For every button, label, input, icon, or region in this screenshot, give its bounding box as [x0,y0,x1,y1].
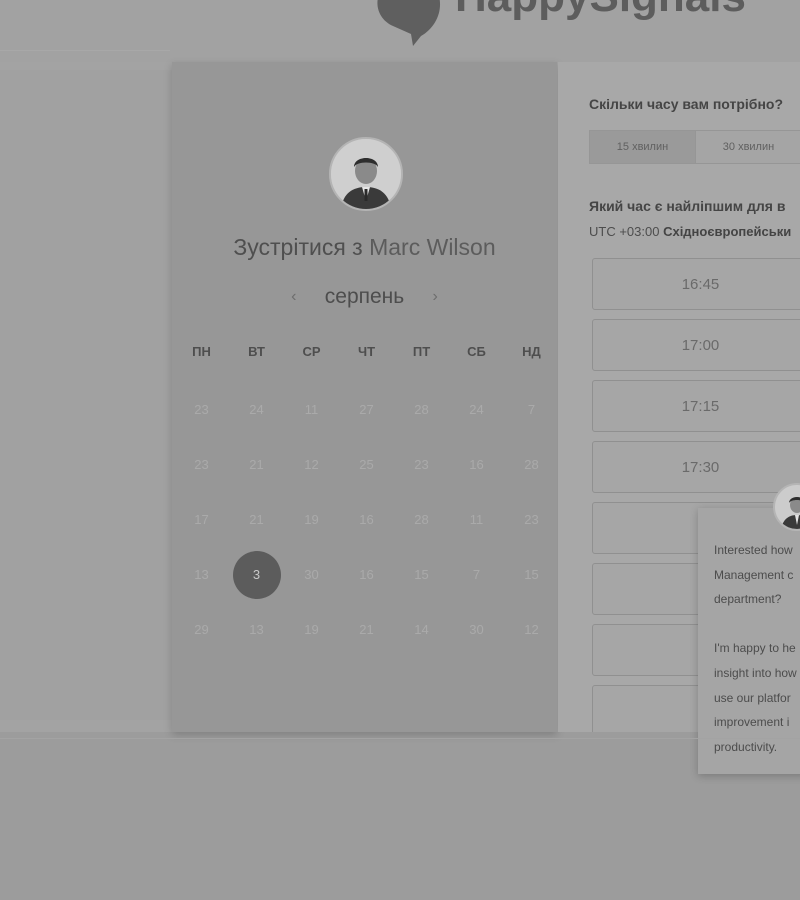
calendar-day: 21 [359,622,374,637]
time-slot[interactable]: 17:30 [592,441,800,493]
calendar-day: 21 [249,512,264,527]
calendar-day: 17 [194,512,209,527]
next-month-icon[interactable]: › [428,288,442,306]
weekday-label: СБ [467,344,486,359]
calendar-day: 7 [472,567,481,582]
chat-line: Interested how [714,543,793,557]
calendar-day: 21 [249,457,264,472]
calendar-week-row: 23 21 12 25 23 16 28 [174,437,559,492]
calendar-day: 13 [249,622,264,637]
calendar-day: 19 [304,622,319,637]
chat-line: department? [714,592,782,607]
calendar-day: 23 [524,512,539,527]
time-slot[interactable]: 16:45 [592,258,800,310]
weekday-header: ПН ВТ СР ЧТ ПТ СБ НД [174,344,559,359]
host-name: Marc Wilson [369,234,496,260]
chat-line: I'm happy to he [714,641,796,656]
person-icon [775,485,800,529]
meeting-title-prefix: Зустрітися з [233,234,363,260]
calendar-day: 23 [194,457,209,472]
calendar-days-grid: 23 24 11 27 28 24 7 23 21 12 25 23 16 28… [174,382,559,657]
calendar-day: 16 [359,567,374,582]
timezone-selector[interactable]: UTC +03:00 Східноєвропейськи [589,224,791,239]
chat-paragraph-gap [714,612,800,637]
calendar-day: 24 [469,402,484,417]
calendar-day: 13 [194,567,209,582]
logo-heart-icon [377,0,440,46]
time-slot[interactable]: 17:00 [592,319,800,371]
calendar-day: 27 [359,402,374,417]
host-avatar [329,137,403,211]
calendar-day: 25 [359,457,374,472]
weekday-label: ПТ [412,344,431,359]
weekday-label: ВТ [248,344,265,359]
chat-message: Interested how Management c department? … [714,538,800,759]
duration-toggle: 15 хвилин 30 хвилин [589,130,800,164]
calendar-day: 28 [524,457,539,472]
logo-text: HappySignals [455,0,746,22]
calendar-day: 30 [469,622,484,637]
time-question: Який час є найліпшим для в [589,198,786,214]
weekday-label: НД [522,344,541,359]
calendar-week-row: 29 13 19 21 14 30 12 [174,602,559,657]
calendar-day: 15 [414,567,429,582]
page-header: HappySignals [0,0,800,62]
month-navigation: ‹ серпень › [172,282,557,312]
calendar-day: 28 [414,402,429,417]
person-icon [331,139,401,209]
calendar-day: 23 [414,457,429,472]
time-slot[interactable]: 17:15 [592,380,800,432]
calendar-day: 19 [304,512,319,527]
timezone-name: Східноєвропейськи [663,224,792,239]
calendar-day: 12 [304,457,319,472]
selected-day[interactable]: 3 [229,547,284,602]
footer-divider [0,738,800,739]
chat-line: improvement i [714,715,790,730]
calendar-day: 24 [249,402,264,417]
calendar-panel: Зустрітися з Marc Wilson ‹ серпень › ПН … [172,62,557,732]
calendar-day: 30 [304,567,319,582]
calendar-week-row: 23 24 11 27 28 24 7 [174,382,559,437]
calendar-day: 16 [359,512,374,527]
calendar-day: 12 [524,622,539,637]
calendar-week-row: 13 3 30 16 15 7 15 [174,547,559,602]
duration-question: Скільки часу вам потрібно? [589,96,784,112]
calendar-week-row: 17 21 19 16 28 11 23 [174,492,559,547]
calendar-day: 15 [524,567,539,582]
calendar-day: 11 [304,402,319,417]
calendar-day: 29 [194,622,209,637]
chat-line: Management c [714,567,794,582]
meeting-title: Зустрітися з Marc Wilson [172,234,557,261]
calendar-day: 16 [469,457,484,472]
calendar-day: 11 [469,512,484,527]
duration-option-30[interactable]: 30 хвилин [696,131,800,163]
weekday-label: ПН [192,344,211,359]
weekday-label: СР [302,344,321,359]
duration-option-15[interactable]: 15 хвилин [590,131,696,163]
calendar-day: 7 [527,402,536,417]
prev-month-icon[interactable]: ‹ [287,288,301,306]
timezone-offset: UTC +03:00 [589,224,660,239]
calendar-day: 14 [414,622,429,637]
header-divider [0,50,170,51]
page-backdrop-left [0,70,172,720]
weekday-label: ЧТ [357,344,376,359]
month-label: серпень [324,285,405,308]
chat-line: use our platfor [714,690,791,705]
calendar-day: 23 [194,402,209,417]
calendar-day: 28 [414,512,429,527]
chat-line: insight into how [714,665,797,680]
selected-day-label: 3 [232,550,281,599]
